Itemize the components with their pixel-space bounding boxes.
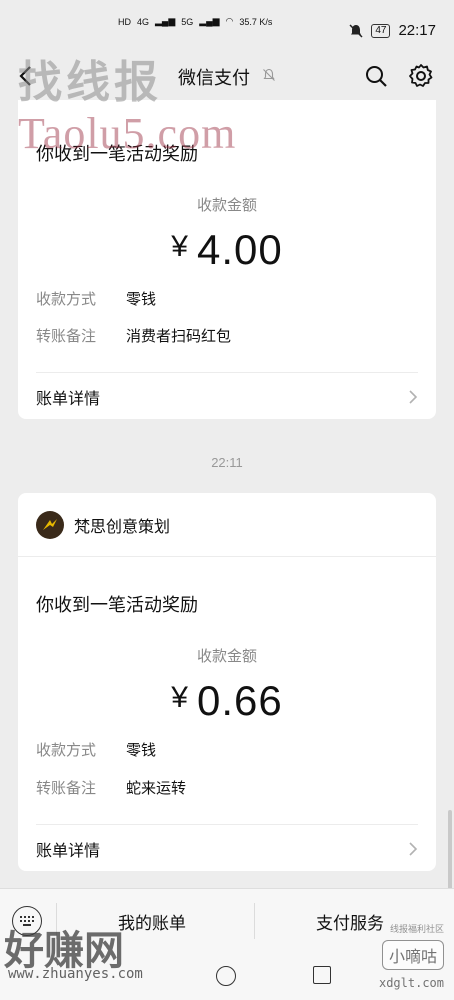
amount-label: 收款金额: [196, 648, 257, 665]
page-title: 微信支付: [178, 68, 250, 88]
transfer-note-row: 转账备注 蛇来运转: [36, 777, 186, 798]
bell-muted-icon: [349, 23, 363, 38]
search-icon[interactable]: [364, 64, 388, 88]
signal-4g: 4G: [137, 16, 150, 27]
transfer-note-label: 转账备注: [36, 780, 97, 797]
status-bar: HD 4G ▂▄▆ 5G ▂▄▆ ◠ 35.7 K/s 47 22:17: [0, 0, 454, 52]
bill-detail-link[interactable]: 账单详情: [18, 373, 436, 421]
scrollbar-thumb[interactable]: [448, 810, 452, 890]
network-hd-1: HD: [118, 16, 131, 27]
message-timestamp: 22:11: [211, 455, 243, 470]
currency-symbol: ¥: [171, 681, 189, 714]
merchant-name: 梵思创意策划: [74, 518, 171, 536]
payment-card-2: 梵思创意策划 你收到一笔活动奖励 收款金额 ¥0.66 收款方式 零钱 转账备注…: [18, 493, 436, 871]
home-button[interactable]: [216, 966, 236, 986]
bill-detail-label: 账单详情: [36, 391, 101, 408]
signal-icon-2: ▂▄▆: [199, 16, 220, 26]
bill-detail-label: 账单详情: [36, 843, 101, 860]
transfer-note-label: 转账备注: [36, 328, 97, 345]
recents-button[interactable]: [313, 966, 331, 984]
watermark-bottom-url: www.zhuanyes.com: [8, 966, 143, 982]
payment-method-label: 收款方式: [36, 742, 97, 759]
watermark-top-cn: 找线报: [18, 57, 162, 108]
gear-icon[interactable]: [408, 63, 434, 89]
menu-pay-services[interactable]: 支付服务: [316, 909, 384, 934]
amount-value: ¥4.00: [18, 226, 436, 274]
chevron-right-icon: [409, 390, 418, 404]
watermark-top-en: Taolu5.com: [18, 109, 237, 158]
amount-value: ¥0.66: [18, 677, 436, 725]
signal-icon: ▂▄▆: [155, 16, 176, 26]
payment-method-row: 收款方式 零钱: [36, 739, 156, 760]
merchant-header[interactable]: 梵思创意策划: [18, 493, 436, 557]
status-right: 47 22:17: [349, 22, 436, 39]
payment-headline: 你收到一笔活动奖励: [36, 595, 198, 615]
payment-method-value: 零钱: [126, 291, 157, 308]
watermark-right-box: 小嘀咕: [381, 940, 444, 970]
clock: 22:17: [398, 22, 436, 39]
currency-symbol: ¥: [171, 230, 189, 263]
payment-method-value: 零钱: [126, 742, 157, 759]
mute-bell-icon: [263, 68, 275, 81]
watermark-right-url: xdglt.com: [378, 976, 444, 990]
signal-5g: 5G: [181, 16, 194, 27]
bill-detail-link[interactable]: 账单详情: [18, 825, 436, 873]
status-indicators: HD 4G ▂▄▆ 5G ▂▄▆ ◠ 35.7 K/s: [118, 16, 272, 27]
amount-label: 收款金额: [196, 197, 257, 214]
menu-my-bills[interactable]: 我的账单: [118, 909, 186, 934]
payment-method-row: 收款方式 零钱: [36, 288, 156, 309]
watermark-right-small: 线报福利社区: [389, 924, 444, 934]
wifi-icon: ◠: [225, 16, 234, 26]
menu-separator: [254, 903, 255, 939]
battery-level: 47: [371, 23, 391, 38]
payment-method-label: 收款方式: [36, 291, 97, 308]
transfer-note-row: 转账备注 消费者扫码红包: [36, 325, 231, 346]
network-speed: 35.7 K/s: [239, 16, 273, 27]
amount-number: 4.00: [196, 226, 283, 273]
amount-number: 0.66: [196, 677, 283, 724]
transfer-note-value: 蛇来运转: [126, 780, 187, 797]
merchant-logo-icon: [43, 518, 57, 530]
chevron-right-icon: [409, 842, 418, 856]
transfer-note-value: 消费者扫码红包: [126, 328, 232, 345]
merchant-avatar: [36, 510, 64, 539]
